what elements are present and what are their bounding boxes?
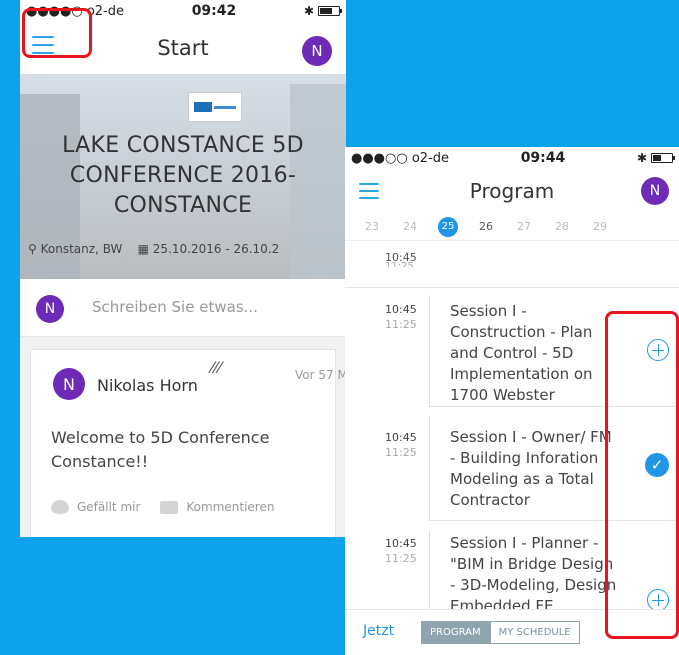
loading-spinner-icon: ⁄⁄⁄	[211, 358, 223, 377]
avatar[interactable]: N	[302, 36, 332, 66]
session-title: Session I - Owner/ FM - Building Inforat…	[450, 428, 612, 509]
like-button[interactable]: Gefällt mir	[51, 500, 140, 514]
day-item[interactable]: 27	[505, 220, 543, 233]
event-title: LAKE CONSTANCE 5D CONFERENCE 2016- CONST…	[62, 133, 304, 218]
page-title: Program	[469, 179, 555, 203]
session-time: 10:45 11:25	[385, 431, 417, 459]
post-time: Vor 57 Mi	[295, 368, 346, 382]
status-bar: ●●●○○ o2-de 09:44 ✱	[345, 147, 679, 169]
day-item-selected[interactable]: 25	[429, 216, 467, 237]
tab-program[interactable]: PROGRAM	[421, 621, 490, 644]
day-item[interactable]: 29	[581, 220, 619, 233]
battery-icon	[318, 6, 342, 16]
avatar[interactable]: N	[53, 368, 85, 400]
day-item[interactable]: 26	[467, 220, 505, 233]
actions-highlight	[605, 311, 679, 639]
day-item[interactable]: 28	[543, 220, 581, 233]
day-picker: 23 24 25 26 27 28 29	[345, 213, 679, 241]
feed: ⁄⁄⁄ N Nikolas Horn Vor 57 Mi Welcome to …	[20, 337, 346, 537]
compose-post[interactable]: N Schreiben Sie etwas...	[20, 279, 346, 337]
view-toggle: PROGRAM MY SCHEDULE	[421, 621, 580, 644]
battery-icon	[651, 153, 675, 163]
bluetooth-icon: ✱	[303, 4, 314, 18]
bluetooth-icon: ✱	[636, 151, 647, 165]
event-location: Konstanz, BW	[40, 242, 123, 256]
status-time: 09:44	[520, 150, 566, 166]
heart-icon	[51, 500, 69, 514]
nav-bar: Program N	[345, 169, 679, 213]
start-screen: ●●●●○ o2-de 09:42 ✱ Start N LAKE CONSTAN…	[20, 0, 346, 537]
avatar: N	[36, 295, 64, 323]
carrier-label: ●●●○○ o2-de	[351, 150, 450, 166]
post-message: Welcome to 5D Conference Constance!!	[51, 428, 270, 471]
comment-icon	[160, 500, 179, 514]
program-screen: ●●●○○ o2-de 09:44 ✱ Program N 23 24 25 2…	[345, 147, 679, 655]
session-time: 10:45 11:25	[385, 303, 417, 331]
status-time: 09:42	[191, 3, 237, 19]
post-card: ⁄⁄⁄ N Nikolas Horn Vor 57 Mi Welcome to …	[30, 349, 346, 537]
now-button[interactable]: Jetzt	[363, 623, 394, 639]
location-icon: ⚲	[28, 242, 37, 256]
menu-highlight	[22, 8, 92, 58]
event-logo	[188, 92, 242, 122]
post-author[interactable]: Nikolas Horn	[97, 376, 198, 395]
tab-my-schedule[interactable]: MY SCHEDULE	[489, 621, 580, 644]
event-dates: 25.10.2016 - 26.10.2	[152, 242, 280, 256]
day-item[interactable]: 23	[353, 220, 391, 233]
event-meta: ⚲ Konstanz, BW ▦ 25.10.2016 - 26.10.2	[28, 242, 279, 256]
event-banner: LAKE CONSTANCE 5D CONFERENCE 2016- CONST…	[20, 74, 346, 279]
session-title: Session I - Construction - Plan and Cont…	[450, 302, 593, 404]
session-time: 10:45 11:25	[385, 251, 417, 267]
day-item[interactable]: 24	[391, 220, 429, 233]
compose-placeholder[interactable]: Schreiben Sie etwas...	[92, 298, 258, 316]
comment-button[interactable]: Kommentieren	[160, 500, 274, 514]
session-time: 10:45 11:25	[385, 537, 417, 565]
session-title: Session I - Planner - "BIM in Bridge Des…	[450, 534, 617, 615]
avatar[interactable]: N	[641, 177, 669, 205]
calendar-icon: ▦	[137, 242, 149, 256]
